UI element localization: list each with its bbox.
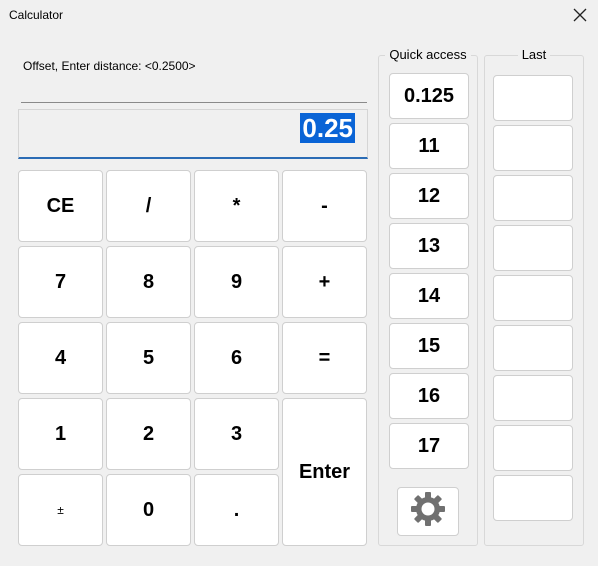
quick-access-label: Quick access [385, 47, 471, 62]
key-3[interactable]: 3 [194, 398, 279, 470]
quick-access-button[interactable]: 0.125 [389, 73, 469, 119]
last-slot[interactable] [493, 425, 573, 471]
plus-button[interactable]: + [282, 246, 367, 318]
last-slot[interactable] [493, 125, 573, 171]
key-0[interactable]: 0 [106, 474, 191, 546]
key-7[interactable]: 7 [18, 246, 103, 318]
window-title: Calculator [9, 8, 64, 22]
gear-icon [408, 489, 448, 535]
last-slot[interactable] [493, 175, 573, 221]
enter-button[interactable]: Enter [282, 398, 367, 546]
last-slot[interactable] [493, 75, 573, 121]
key-8[interactable]: 8 [106, 246, 191, 318]
key-1[interactable]: 1 [18, 398, 103, 470]
key-2[interactable]: 2 [106, 398, 191, 470]
close-icon[interactable] [569, 4, 591, 26]
last-slot[interactable] [493, 225, 573, 271]
key-9[interactable]: 9 [194, 246, 279, 318]
quick-access-button[interactable]: 14 [389, 273, 469, 319]
display-input[interactable]: 0.25 [18, 109, 368, 159]
prompt-text: Offset, Enter distance: <0.2500> [23, 59, 196, 73]
decimal-button[interactable]: . [194, 474, 279, 546]
ce-button[interactable]: CE [18, 170, 103, 242]
last-label: Last [517, 47, 551, 62]
quick-access-button[interactable]: 17 [389, 423, 469, 469]
quick-access-button[interactable]: 15 [389, 323, 469, 369]
title-bar: Calculator [0, 0, 598, 30]
last-slot[interactable] [493, 375, 573, 421]
quick-access-button[interactable]: 11 [389, 123, 469, 169]
minus-button[interactable]: - [282, 170, 367, 242]
key-6[interactable]: 6 [194, 322, 279, 394]
quick-access-button[interactable]: 13 [389, 223, 469, 269]
plus-minus-button[interactable]: ± [18, 474, 103, 546]
prompt-box: Offset, Enter distance: <0.2500> [21, 55, 367, 103]
equals-button[interactable]: = [282, 322, 367, 394]
multiply-button[interactable]: * [194, 170, 279, 242]
key-5[interactable]: 5 [106, 322, 191, 394]
display-value[interactable]: 0.25 [300, 113, 355, 143]
divide-button[interactable]: / [106, 170, 191, 242]
quick-access-button[interactable]: 12 [389, 173, 469, 219]
last-slot[interactable] [493, 275, 573, 321]
settings-button[interactable] [397, 487, 459, 536]
last-slot[interactable] [493, 475, 573, 521]
key-4[interactable]: 4 [18, 322, 103, 394]
last-slot[interactable] [493, 325, 573, 371]
quick-access-button[interactable]: 16 [389, 373, 469, 419]
